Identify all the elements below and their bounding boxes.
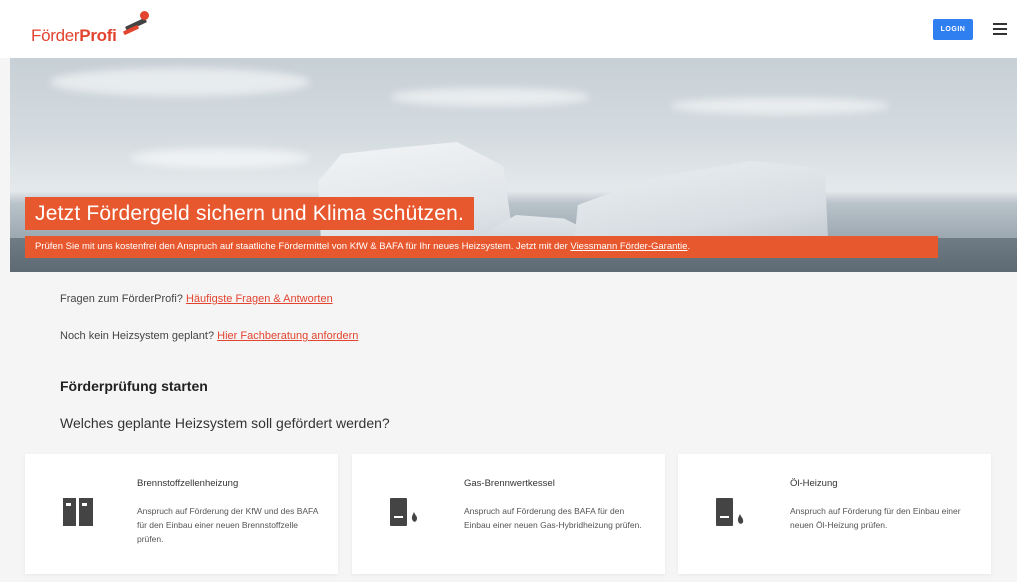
oil-boiler-icon <box>716 498 746 531</box>
consultation-line: Noch kein Heizsystem geplant? Hier Fachb… <box>60 330 358 342</box>
card-title: Brennstoffzellenheizung <box>137 478 239 489</box>
viessmann-guarantee-link[interactable]: Viessmann Förder-Garantie <box>570 241 687 252</box>
gas-boiler-icon <box>390 498 420 531</box>
card-fuel-cell[interactable]: Brennstoffzellenheizung Anspruch auf För… <box>25 454 338 574</box>
card-description: Anspruch auf Förderung der KfW und des B… <box>137 506 318 544</box>
hamburger-menu-icon[interactable] <box>993 23 1007 35</box>
logo[interactable]: FörderProfi <box>31 11 151 46</box>
login-button[interactable]: LOGIN <box>933 19 973 40</box>
consultation-text: Noch kein Heizsystem geplant? <box>60 330 218 342</box>
card-title: Öl-Heizung <box>790 478 838 489</box>
section-title: Förderprüfung starten <box>60 378 208 394</box>
card-description: Anspruch auf Förderung des BAFA für den … <box>464 506 642 530</box>
card-title: Gas-Brennwertkessel <box>464 478 555 489</box>
consultation-link[interactable]: Hier Fachberatung anfordern <box>217 330 358 342</box>
header: FörderProfi LOGIN <box>0 0 1017 58</box>
logo-mark-icon <box>121 10 151 36</box>
logo-text: FörderProfi <box>31 26 117 46</box>
logo-text-part1: Förder <box>31 26 80 45</box>
hero-subtitle: Prüfen Sie mit uns kostenfrei den Anspru… <box>25 236 938 258</box>
fuel-cell-icon <box>63 498 93 531</box>
hero-subtitle-text: Prüfen Sie mit uns kostenfrei den Anspru… <box>35 241 571 252</box>
card-oil-heating[interactable]: Öl-Heizung Anspruch auf Förderung für de… <box>678 454 991 574</box>
faq-link[interactable]: Häufigste Fragen & Antworten <box>186 293 333 305</box>
heating-system-question: Welches geplante Heizsystem soll geförde… <box>60 415 390 431</box>
hero-title: Jetzt Fördergeld sichern und Klima schüt… <box>25 197 475 230</box>
logo-text-part2: Profi <box>79 26 117 45</box>
faq-line: Fragen zum FörderProfi? Häufigste Fragen… <box>60 293 333 305</box>
card-description: Anspruch auf Förderung für den Einbau ei… <box>790 506 961 530</box>
faq-text: Fragen zum FörderProfi? <box>60 293 186 305</box>
hero-subtitle-end: . <box>687 241 691 252</box>
card-gas-boiler[interactable]: Gas-Brennwertkessel Anspruch auf Förderu… <box>352 454 665 574</box>
